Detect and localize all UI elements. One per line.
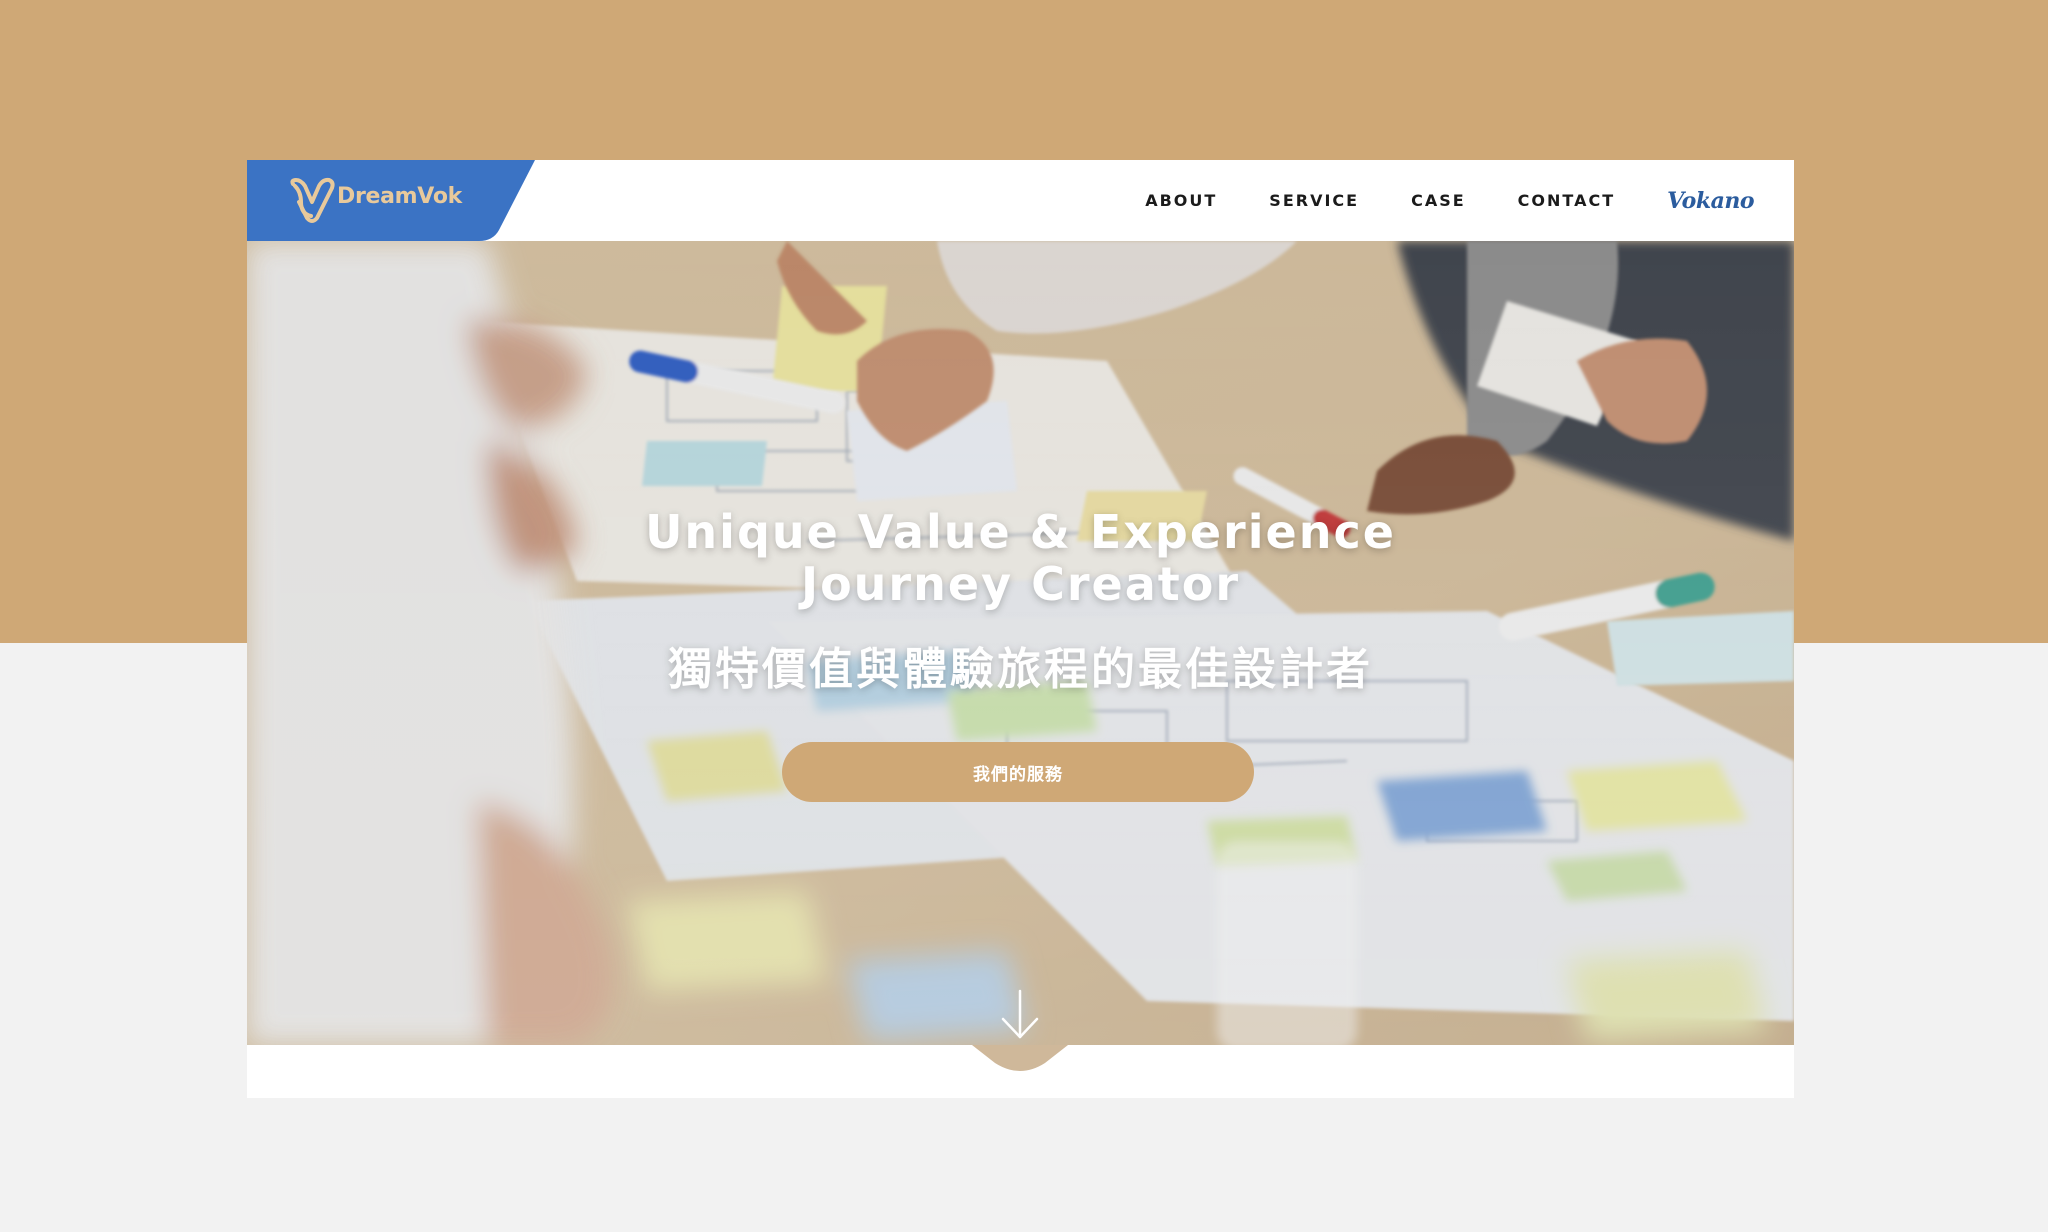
logo-link[interactable]: DreamVok: [247, 160, 537, 241]
nav-brand-vokano[interactable]: Vokano: [1667, 188, 1754, 214]
arrow-down-icon[interactable]: [995, 989, 1045, 1041]
nav-item-contact[interactable]: CONTACT: [1518, 191, 1615, 210]
nav-item-service[interactable]: SERVICE: [1269, 191, 1359, 210]
our-services-button[interactable]: 我們的服務: [782, 742, 1254, 802]
nav-item-about[interactable]: ABOUT: [1145, 191, 1217, 210]
hero-title-line-1: Unique Value & Experience: [645, 505, 1396, 559]
hero-section: Unique Value & Experience Journey Creato…: [247, 241, 1794, 1045]
section-divider-notch: [247, 1045, 1794, 1098]
logo-text: DreamVok: [337, 184, 462, 209]
website-frame: DreamVok ABOUT SERVICE CASE CONTACT Voka…: [247, 160, 1794, 1098]
hero-title-line-2: Journey Creator: [800, 557, 1241, 611]
hero-title: Unique Value & Experience Journey Creato…: [247, 506, 1794, 610]
hero-subtitle: 獨特價值與體驗旅程的最佳設計者: [668, 644, 1373, 695]
site-header: DreamVok ABOUT SERVICE CASE CONTACT Voka…: [247, 160, 1794, 241]
nav-item-case[interactable]: CASE: [1411, 191, 1466, 210]
dreamvok-logo-icon: [290, 177, 335, 223]
main-nav: ABOUT SERVICE CASE CONTACT Vokano: [1093, 160, 1754, 241]
